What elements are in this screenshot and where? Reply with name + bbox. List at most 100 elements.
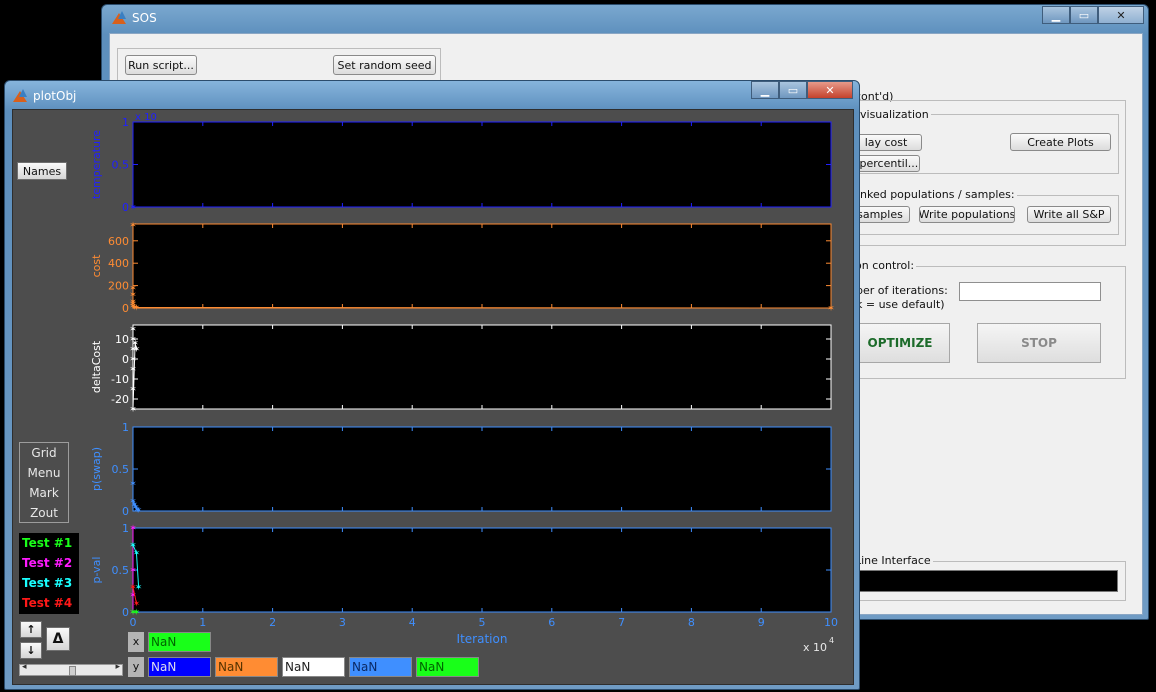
down-arrow-icon[interactable]: ↓: [20, 642, 42, 659]
zout-menu-item[interactable]: Zout: [20, 503, 68, 523]
x-tick-label: 3: [339, 616, 346, 629]
plotobj-window-title: plotObj: [33, 89, 77, 103]
x-tick-label: 0: [130, 616, 137, 629]
legend-test-3[interactable]: Test #3: [19, 573, 79, 593]
y-tick-label: 0.5: [112, 463, 130, 476]
close-icon[interactable]: ✕: [807, 81, 853, 99]
y-tick-label: 0.5: [112, 159, 130, 172]
y-tick-label: 0: [122, 606, 129, 619]
series-line-p-val-1: [132, 544, 140, 587]
y-tick-label: 0: [122, 353, 129, 366]
data-point-marker: ✶: [133, 600, 141, 610]
y-tick-label: 1: [122, 421, 129, 434]
series-line-deltaCost-0: [132, 329, 137, 410]
data-point-marker: ✶: [129, 335, 137, 345]
data-point-marker: ✶: [129, 405, 137, 415]
y-tick-label: 10: [115, 333, 129, 346]
plotobj-window: plotObj ▁ ▭ ✕ Names Grid Menu Mark Zout …: [4, 80, 860, 690]
delta-button[interactable]: Δ: [46, 627, 70, 651]
run-script-button[interactable]: Run script...: [125, 55, 197, 75]
visualization-group-label: visualization: [858, 108, 931, 121]
plot-chart: 00.51temperaturex 10✶0200400600cost✶✶✶✶✶…: [90, 112, 838, 654]
y-tick-label: 600: [108, 235, 129, 248]
minimize-icon[interactable]: ▁: [751, 81, 779, 99]
plotobj-client-area: Names Grid Menu Mark Zout Test #1 Test #…: [12, 109, 854, 685]
cli-input[interactable]: [855, 570, 1118, 592]
plotobj-titlebar: plotObj: [13, 83, 76, 109]
y-axis-label-cost: cost: [90, 254, 103, 278]
data-point-marker: ✶: [131, 500, 139, 510]
horizontal-scrollbar[interactable]: ◂ ▸: [19, 662, 123, 676]
write-populations-button[interactable]: Write populations: [919, 206, 1015, 223]
matlab-logo-icon: [13, 89, 27, 103]
sos-titlebar: SOS: [112, 5, 157, 31]
series-line-cost-0: [132, 225, 832, 309]
maximize-icon[interactable]: ▭: [779, 81, 807, 99]
x-tick-label: 7: [618, 616, 625, 629]
plot-menu: Grid Menu Mark Zout: [19, 442, 69, 523]
x-tick-label: 9: [758, 616, 765, 629]
axes-p(swap): [132, 426, 832, 512]
data-point-marker: ✶: [129, 284, 137, 294]
y-tick-label: 0: [122, 505, 129, 518]
data-point-marker: ✶: [129, 479, 137, 489]
y-readout-cost: NaN: [215, 657, 278, 677]
y-readout-label: y: [128, 657, 144, 677]
scroll-right-icon[interactable]: ▸: [115, 662, 120, 672]
display-cost-button[interactable]: lay cost: [850, 134, 922, 151]
y-tick-label: -20: [111, 393, 129, 406]
y-tick-label: 0.5: [112, 564, 130, 577]
data-point-marker: ✶: [133, 303, 141, 313]
mark-menu-item[interactable]: Mark: [20, 483, 68, 503]
y-tick-label: -10: [111, 373, 129, 386]
data-point-marker: ✶: [129, 608, 137, 618]
menu-menu-item[interactable]: Menu: [20, 463, 68, 483]
data-point-marker: ✶: [133, 505, 141, 515]
percentile-button[interactable]: t percentil...: [850, 155, 920, 172]
data-point-marker: ✶: [132, 503, 140, 513]
create-plots-button[interactable]: Create Plots: [1010, 133, 1111, 151]
data-point-marker: ✶: [827, 304, 835, 314]
x-readout: NaN: [148, 632, 211, 652]
data-point-marker: ✶: [129, 608, 137, 618]
data-point-marker: ✶: [131, 339, 139, 349]
up-arrow-icon[interactable]: ↑: [20, 621, 42, 638]
maximize-icon[interactable]: ▭: [1070, 6, 1098, 24]
minimize-icon[interactable]: ▁: [1042, 6, 1070, 24]
sos-window-title: SOS: [132, 11, 157, 25]
scroll-left-icon[interactable]: ◂: [22, 662, 27, 672]
data-point-marker: ✶: [129, 325, 137, 335]
data-point-marker: ✶: [129, 291, 137, 301]
data-point-marker: ✶: [129, 355, 137, 365]
close-icon[interactable]: ✕: [1098, 6, 1144, 24]
grid-menu-item[interactable]: Grid: [20, 443, 68, 463]
optimize-button[interactable]: OPTIMIZE: [850, 323, 950, 363]
data-point-marker: ✶: [135, 506, 143, 516]
legend-test-4[interactable]: Test #4: [19, 593, 79, 613]
data-point-marker: ✶: [133, 345, 141, 355]
cli-group-label: Line Interface: [853, 554, 933, 567]
names-button[interactable]: Names: [17, 162, 67, 180]
set-random-seed-button[interactable]: Set random seed: [333, 55, 436, 75]
y-readout-pswap: NaN: [349, 657, 412, 677]
write-all-button[interactable]: Write all S&P: [1027, 206, 1111, 223]
axes-temperature: [132, 121, 832, 208]
y-tick-label: 1: [122, 116, 129, 129]
legend-test-2[interactable]: Test #2: [19, 553, 79, 573]
data-point-marker: ✶: [129, 300, 137, 310]
x-exponent-power: 4: [829, 636, 834, 645]
x-tick-label: 10: [824, 616, 838, 629]
plotobj-window-controls: ▁ ▭ ✕: [751, 81, 853, 99]
legend-test-1[interactable]: Test #1: [19, 533, 79, 553]
y-axis-label-deltaCost: deltaCost: [90, 340, 103, 393]
axes-deltaCost: [132, 324, 832, 410]
data-point-marker: ✶: [129, 541, 137, 551]
x-tick-label: 6: [548, 616, 555, 629]
x-readout-label: x: [128, 632, 144, 652]
x-tick-label: 4: [409, 616, 416, 629]
scroll-thumb[interactable]: [69, 666, 76, 676]
iterations-input[interactable]: [959, 282, 1101, 301]
stop-button[interactable]: STOP: [977, 323, 1101, 363]
y-axis-label-temperature: temperature: [90, 130, 103, 199]
x-tick-label: 1: [199, 616, 206, 629]
